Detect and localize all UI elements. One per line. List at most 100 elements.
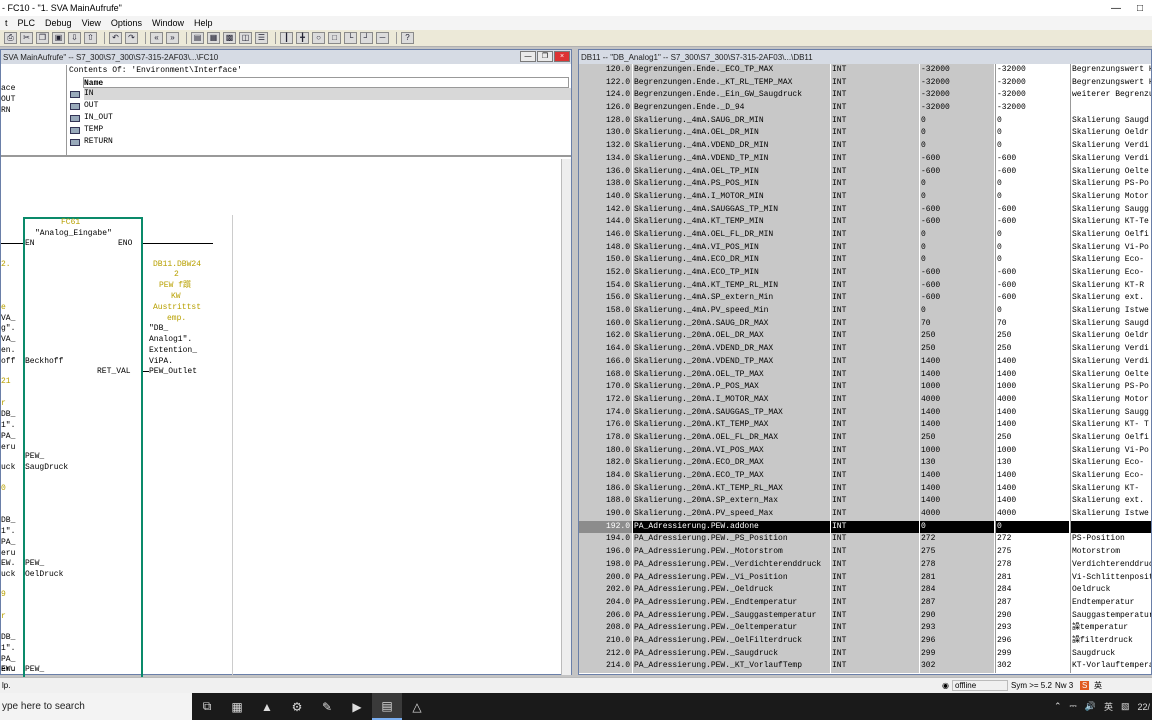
db-comment-cell[interactable]: Begrenzungswert H [1070, 64, 1151, 77]
menu-plc[interactable]: PLC [13, 18, 41, 28]
db-address-cell[interactable]: 140.0 [579, 190, 633, 204]
db-type-cell[interactable]: INT [831, 546, 920, 559]
db-actual-value-cell[interactable]: -600 [995, 267, 1070, 280]
db-address-cell[interactable]: 152.0 [579, 267, 633, 280]
db-type-cell[interactable]: INT [831, 64, 920, 77]
network-icon[interactable]: ⎓ [1070, 701, 1077, 712]
app-icon-simatic[interactable]: ▤ [372, 693, 402, 720]
db-comment-cell[interactable]: Skalierung PS-Po [1070, 178, 1151, 191]
db-address-cell[interactable]: 180.0 [579, 444, 633, 458]
db-comment-cell[interactable]: KT-Vorlauftemperat [1070, 660, 1151, 673]
paste-icon[interactable]: ▣ [52, 32, 65, 44]
db-type-cell[interactable]: INT [831, 355, 920, 369]
db-type-cell[interactable]: INT [831, 114, 920, 128]
db-row[interactable]: 198.0 PA_Adressierung.PEW._Verdichterendd… [579, 558, 1151, 572]
db-row[interactable]: 212.0 PA_Adressierung.PEW._Saugdruck INT 29… [579, 647, 1151, 661]
db-type-cell[interactable]: INT [831, 152, 920, 166]
overview-icon[interactable]: ▩ [223, 32, 236, 44]
db-address-cell[interactable]: 156.0 [579, 292, 633, 306]
db-type-cell[interactable]: INT [831, 292, 920, 306]
db-row[interactable]: 204.0 PA_Adressierung.PEW._Endtemperatur I… [579, 596, 1151, 610]
in-operand-line[interactable]: r [1, 612, 6, 622]
print-icon[interactable]: ⎙ [4, 32, 17, 44]
db-comment-cell[interactable]: Skalierung Vi-Po [1070, 241, 1151, 255]
db-type-cell[interactable]: INT [831, 165, 920, 179]
db-type-cell[interactable]: INT [831, 254, 920, 267]
db-actual-value-cell[interactable]: -600 [995, 165, 1070, 179]
db-row[interactable]: 122.0 Begrenzungen.Ende._KT_RL_TEMP_MAX IN… [579, 76, 1151, 90]
db-initial-value-cell[interactable]: 0 [920, 114, 995, 128]
db-comment-cell[interactable]: Skalierung Eco- [1070, 457, 1151, 470]
db-name-cell[interactable]: Skalierung._20mA.KT_TEMP_MAX [633, 419, 831, 432]
db-type-cell[interactable]: INT [831, 609, 920, 623]
db-initial-value-cell[interactable]: 1400 [920, 355, 995, 369]
db-row[interactable]: 140.0 Skalierung._4mA.I_MOTOR_MIN INT 0 0 Ska… [579, 190, 1151, 204]
db-type-cell[interactable]: INT [831, 216, 920, 229]
calculator-icon[interactable]: ▦ [222, 693, 252, 720]
db-comment-cell[interactable]: Skalierung Oelte [1070, 165, 1151, 179]
db-actual-value-cell[interactable]: 1400 [995, 482, 1070, 496]
db-type-cell[interactable]: INT [831, 634, 920, 648]
db-address-cell[interactable]: 142.0 [579, 203, 633, 217]
db-address-cell[interactable]: 168.0 [579, 368, 633, 382]
ime-icon[interactable]: S [1080, 681, 1090, 690]
in-operand-line[interactable]: PA_ [1, 432, 15, 442]
db-address-cell[interactable]: 182.0 [579, 457, 633, 470]
db-comment-cell[interactable]: Skalierung Verdi [1070, 140, 1151, 153]
db-type-cell[interactable]: INT [831, 305, 920, 318]
tray-lang[interactable]: 英 [1104, 700, 1113, 713]
db-row[interactable]: 138.0 Skalierung._4mA.PS_POS_MIN INT 0 0 Skal… [579, 178, 1151, 191]
db-name-cell[interactable]: PA_Adressierung.PEW._PS_Position [633, 533, 831, 547]
in-operand-line[interactable]: EW. [1, 559, 15, 569]
db-comment-cell[interactable]: Skalierung Saugg [1070, 203, 1151, 217]
db-actual-value-cell[interactable]: 0 [995, 228, 1070, 242]
db-type-cell[interactable]: INT [831, 228, 920, 242]
db-comment-cell[interactable]: Skalierung PS-Po [1070, 381, 1151, 394]
db-type-cell[interactable]: INT [831, 584, 920, 597]
db-row[interactable]: 150.0 Skalierung._4mA.ECO_DR_MIN INT 0 0 Skal… [579, 254, 1151, 267]
copy-icon[interactable]: ❐ [36, 32, 49, 44]
in-operand-line[interactable]: 0 [1, 484, 6, 494]
ime-language[interactable]: 英 [1094, 680, 1102, 691]
db-comment-cell[interactable]: PS-Position [1070, 533, 1151, 547]
db-address-cell[interactable]: 202.0 [579, 584, 633, 597]
db-name-cell[interactable]: Skalierung._4mA.SAUG_DR_MIN [633, 114, 831, 128]
network-icon[interactable]: ◫ [239, 32, 252, 44]
db-type-cell[interactable]: INT [831, 520, 920, 534]
fc10-minimize-button[interactable]: — [520, 51, 536, 62]
db-name-cell[interactable]: Skalierung._4mA.KT_TEMP_RL_MIN [633, 279, 831, 293]
db-initial-value-cell[interactable]: 299 [920, 647, 995, 661]
db-comment-cell[interactable]: Motorstrom [1070, 546, 1151, 559]
db-row[interactable]: 180.0 Skalierung._20mA.VI_POS_MAX INT 1000 1… [579, 444, 1151, 458]
out-operand-line[interactable]: PEW_Outlet [149, 367, 197, 377]
in-operand-line[interactable]: eru [1, 549, 15, 559]
db-row[interactable]: 196.0 PA_Adressierung.PEW._Motorstrom INT 2… [579, 546, 1151, 559]
in-operand-line[interactable]: 2. [1, 260, 11, 270]
db-row[interactable]: 200.0 PA_Adressierung.PEW._Vi_Position INT… [579, 571, 1151, 585]
db-actual-value-cell[interactable]: 302 [995, 660, 1070, 673]
db-comment-cell[interactable]: Skalierung KT- [1070, 482, 1151, 496]
db-address-cell[interactable]: 192.0 [579, 520, 633, 534]
db-comment-cell[interactable]: Skalierung Oeldr [1070, 330, 1151, 344]
no-contact-icon[interactable]: ┃ [280, 32, 293, 44]
tray-chevron-icon[interactable]: ⌃ [1054, 701, 1062, 712]
db-address-cell[interactable]: 208.0 [579, 622, 633, 635]
out-operand-line[interactable]: PEW f躓 [159, 281, 191, 291]
db-row[interactable]: 172.0 Skalierung._20mA.I_MOTOR_MAX INT 4000… [579, 393, 1151, 407]
db-row[interactable]: 132.0 Skalierung._4mA.VDEND_DR_MIN INT 0 0 Sk… [579, 140, 1151, 153]
db-address-cell[interactable]: 196.0 [579, 546, 633, 559]
db-name-cell[interactable]: Skalierung._20mA.OEL_DR_MAX [633, 330, 831, 344]
db-comment-cell[interactable]: Skalierung Oelte [1070, 368, 1151, 382]
db-initial-value-cell[interactable]: 290 [920, 609, 995, 623]
db-address-cell[interactable]: 162.0 [579, 330, 633, 344]
db-type-cell[interactable]: INT [831, 431, 920, 445]
db-actual-value-cell[interactable]: 0 [995, 520, 1070, 534]
db-address-cell[interactable]: 214.0 [579, 660, 633, 673]
db-name-cell[interactable]: Begrenzungen.Ende._D_94 [633, 102, 831, 115]
out-operand-line[interactable]: Austrittst [153, 303, 201, 313]
db-initial-value-cell[interactable]: 272 [920, 533, 995, 547]
db-initial-value-cell[interactable]: 0 [920, 190, 995, 204]
db-address-cell[interactable]: 188.0 [579, 495, 633, 509]
db-address-cell[interactable]: 134.0 [579, 152, 633, 166]
db-name-cell[interactable]: PA_Adressierung.PEW._Saugdruck [633, 647, 831, 661]
